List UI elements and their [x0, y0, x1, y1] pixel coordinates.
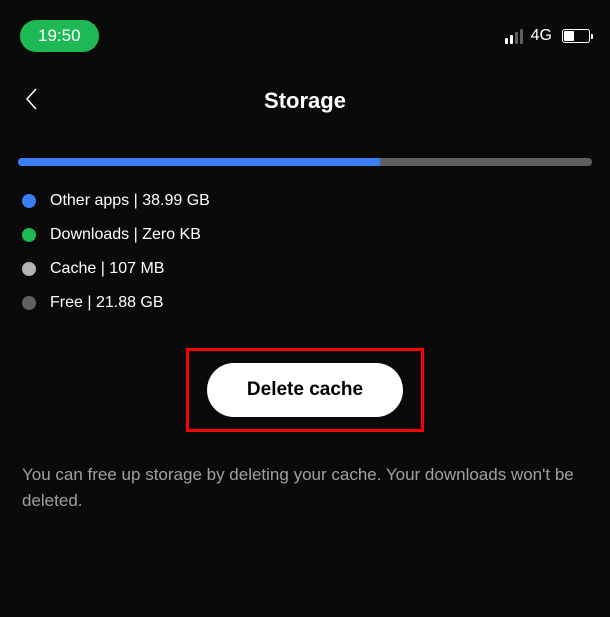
time-badge: 19:50 — [20, 20, 99, 52]
legend-label: Other apps | 38.99 GB — [50, 192, 210, 210]
legend-item-cache: Cache | 107 MB — [22, 260, 588, 278]
status-bar: 19:50 4G — [0, 0, 610, 62]
legend-label: Free | 21.88 GB — [50, 294, 164, 312]
legend-dot — [22, 296, 36, 310]
legend-label: Downloads | Zero KB — [50, 226, 201, 244]
button-wrapper: Delete cache — [0, 338, 610, 452]
highlight-annotation: Delete cache — [186, 348, 424, 432]
signal-icon — [505, 28, 523, 44]
page-title: Storage — [24, 88, 586, 114]
description-text: You can free up storage by deleting your… — [0, 452, 610, 523]
progress-fill — [18, 158, 380, 166]
delete-cache-button[interactable]: Delete cache — [207, 363, 403, 417]
legend-dot — [22, 194, 36, 208]
chevron-left-icon — [24, 87, 40, 111]
status-right: 4G — [505, 27, 590, 45]
network-label: 4G — [531, 27, 552, 45]
legend-item-free: Free | 21.88 GB — [22, 294, 588, 312]
header: Storage — [0, 62, 610, 138]
legend-item-other-apps: Other apps | 38.99 GB — [22, 192, 588, 210]
legend-item-downloads: Downloads | Zero KB — [22, 226, 588, 244]
legend-dot — [22, 228, 36, 242]
progress-bar — [18, 158, 592, 166]
battery-icon — [562, 29, 590, 43]
legend-label: Cache | 107 MB — [50, 260, 164, 278]
storage-progress — [0, 138, 610, 174]
legend-dot — [22, 262, 36, 276]
storage-legend: Other apps | 38.99 GB Downloads | Zero K… — [0, 174, 610, 338]
back-button[interactable] — [24, 87, 40, 116]
